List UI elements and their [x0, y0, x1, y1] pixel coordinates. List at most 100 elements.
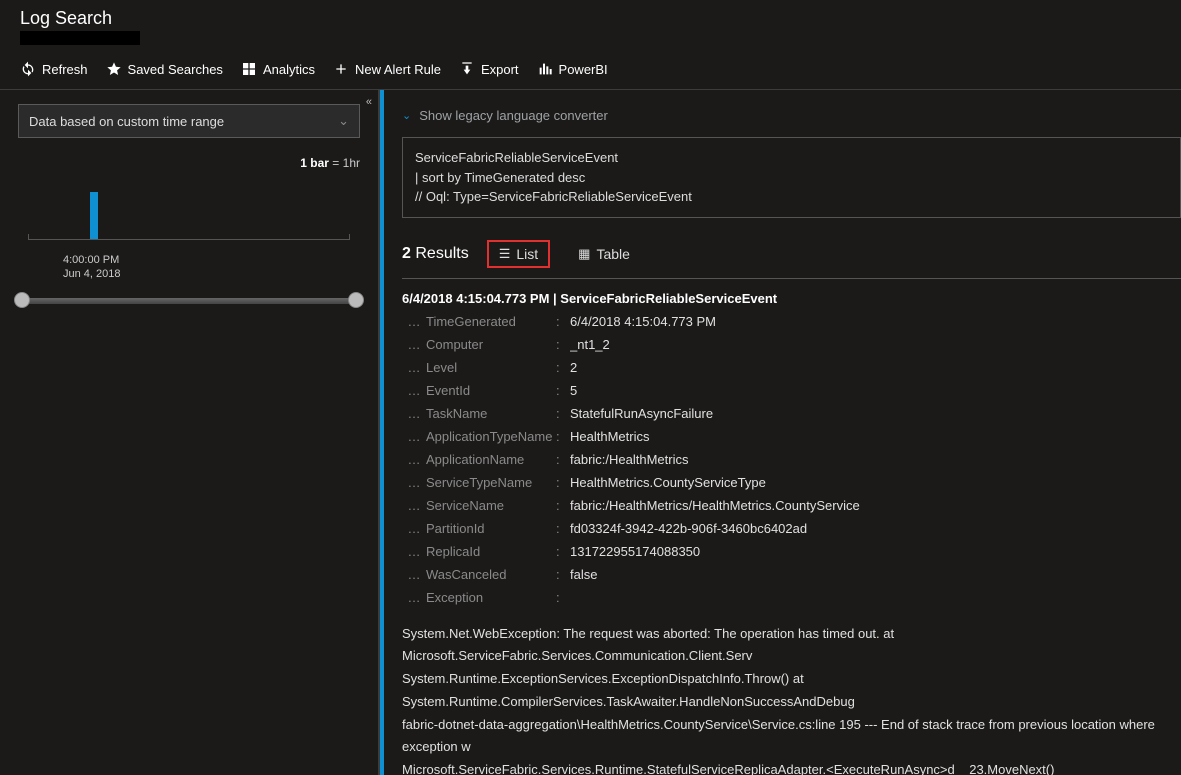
collapse-left-pane-icon[interactable]: «: [366, 96, 372, 108]
ellipsis-icon[interactable]: …: [402, 360, 426, 375]
list-icon: ☰: [499, 246, 511, 262]
result-field-row: …Exception:: [402, 590, 1181, 605]
grid-icon: [241, 61, 257, 77]
field-key: TimeGenerated: [426, 314, 556, 329]
field-key: ServiceTypeName: [426, 475, 556, 490]
field-value: HealthMetrics: [570, 429, 1181, 444]
powerbi-label: PowerBI: [559, 62, 608, 77]
left-pane: « Data based on custom time range ⌄ 1 ba…: [0, 90, 380, 775]
result-field-row: …ApplicationName:fabric:/HealthMetrics: [402, 452, 1181, 467]
ellipsis-icon[interactable]: …: [402, 498, 426, 513]
field-key: TaskName: [426, 406, 556, 421]
query-line: ServiceFabricReliableServiceEvent: [415, 148, 1168, 168]
star-icon: [106, 61, 122, 77]
result-field-row: …TaskName:StatefulRunAsyncFailure: [402, 406, 1181, 421]
ellipsis-icon[interactable]: …: [402, 475, 426, 490]
ellipsis-icon[interactable]: …: [402, 429, 426, 444]
result-field-row: …WasCanceled:false: [402, 567, 1181, 582]
right-pane: ⌄ Show legacy language converter Service…: [380, 90, 1181, 775]
page-title: Log Search: [20, 8, 1161, 29]
field-value: fd03324f-3942-422b-906f-3460bc6402ad: [570, 521, 1181, 536]
timeline-chart[interactable]: 4:00:00 PM Jun 4, 2018: [18, 180, 360, 250]
new-alert-rule-label: New Alert Rule: [355, 62, 441, 77]
field-key: ApplicationTypeName: [426, 429, 556, 444]
toolbar: Refresh Saved Searches Analytics New Ale…: [0, 51, 1181, 90]
field-value: false: [570, 567, 1181, 582]
field-key: WasCanceled: [426, 567, 556, 582]
result-field-row: …ServiceName:fabric:/HealthMetrics/Healt…: [402, 498, 1181, 513]
timeline-bar[interactable]: [90, 192, 98, 240]
field-value: HealthMetrics.CountyServiceType: [570, 475, 1181, 490]
ellipsis-icon[interactable]: …: [402, 314, 426, 329]
field-key: ReplicaId: [426, 544, 556, 559]
field-key: PartitionId: [426, 521, 556, 536]
timeline-bar-label: 4:00:00 PM Jun 4, 2018: [63, 253, 121, 282]
new-alert-rule-button[interactable]: New Alert Rule: [333, 61, 441, 77]
time-slider[interactable]: [18, 298, 360, 304]
field-value: fabric:/HealthMetrics: [570, 452, 1181, 467]
result-field-row: …Computer:_nt1_2: [402, 337, 1181, 352]
result-field-row: …EventId:5: [402, 383, 1181, 398]
result-field-row: …ServiceTypeName:HealthMetrics.CountySer…: [402, 475, 1181, 490]
chevron-down-icon: ⌄: [338, 113, 349, 129]
time-range-select[interactable]: Data based on custom time range ⌄: [18, 104, 360, 138]
powerbi-button[interactable]: PowerBI: [537, 61, 608, 77]
ellipsis-icon[interactable]: …: [402, 590, 426, 605]
field-value: 2: [570, 360, 1181, 375]
query-line: // Oql: Type=ServiceFabricReliableServic…: [415, 187, 1168, 207]
result-field-row: …Level:2: [402, 360, 1181, 375]
slider-start-knob[interactable]: [14, 292, 30, 308]
field-key: Computer: [426, 337, 556, 352]
field-key: EventId: [426, 383, 556, 398]
field-key: Exception: [426, 590, 556, 605]
field-value: _nt1_2: [570, 337, 1181, 352]
timeline-axis: [28, 239, 350, 240]
download-icon: [459, 61, 475, 77]
time-range-label: Data based on custom time range: [29, 114, 224, 129]
field-value: 131722955174088350: [570, 544, 1181, 559]
field-value: StatefulRunAsyncFailure: [570, 406, 1181, 421]
query-line: | sort by TimeGenerated desc: [415, 168, 1168, 188]
plus-icon: [333, 61, 349, 77]
ellipsis-icon[interactable]: …: [402, 406, 426, 421]
result-field-row: …PartitionId:fd03324f-3942-422b-906f-346…: [402, 521, 1181, 536]
list-view-button[interactable]: ☰ List: [487, 240, 550, 268]
ellipsis-icon[interactable]: …: [402, 337, 426, 352]
results-count: 2 Results: [402, 245, 469, 263]
export-button[interactable]: Export: [459, 61, 519, 77]
saved-searches-button[interactable]: Saved Searches: [106, 61, 223, 77]
refresh-icon: [20, 61, 36, 77]
workspace-name-redacted: [20, 31, 140, 45]
ellipsis-icon[interactable]: …: [402, 383, 426, 398]
result-header: 6/4/2018 4:15:04.773 PM | ServiceFabricR…: [402, 291, 1181, 306]
analytics-label: Analytics: [263, 62, 315, 77]
slider-end-knob[interactable]: [348, 292, 364, 308]
ellipsis-icon[interactable]: …: [402, 521, 426, 536]
query-box[interactable]: ServiceFabricReliableServiceEvent | sort…: [402, 137, 1181, 218]
field-value: fabric:/HealthMetrics/HealthMetrics.Coun…: [570, 498, 1181, 513]
field-value: 5: [570, 383, 1181, 398]
result-field-row: …ApplicationTypeName:HealthMetrics: [402, 429, 1181, 444]
ellipsis-icon[interactable]: …: [402, 452, 426, 467]
field-key: ServiceName: [426, 498, 556, 513]
saved-searches-label: Saved Searches: [128, 62, 223, 77]
analytics-button[interactable]: Analytics: [241, 61, 315, 77]
results-bar: 2 Results ☰ List ▦ Table: [402, 240, 1181, 279]
result-field-row: …TimeGenerated:6/4/2018 4:15:04.773 PM: [402, 314, 1181, 329]
ellipsis-icon[interactable]: …: [402, 567, 426, 582]
field-key: Level: [426, 360, 556, 375]
powerbi-icon: [537, 61, 553, 77]
result-field-row: …ReplicaId:131722955174088350: [402, 544, 1181, 559]
table-view-button[interactable]: ▦ Table: [568, 242, 640, 266]
expand-down-icon: ⌄: [402, 109, 411, 122]
exception-text: System.Net.WebException: The request was…: [402, 623, 1181, 775]
refresh-label: Refresh: [42, 62, 88, 77]
field-value: 6/4/2018 4:15:04.773 PM: [570, 314, 1181, 329]
legacy-converter-link[interactable]: ⌄ Show legacy language converter: [402, 108, 1181, 123]
ellipsis-icon[interactable]: …: [402, 544, 426, 559]
bar-legend: 1 bar = 1hr: [18, 156, 360, 170]
table-icon: ▦: [578, 246, 590, 262]
field-key: ApplicationName: [426, 452, 556, 467]
refresh-button[interactable]: Refresh: [20, 61, 88, 77]
export-label: Export: [481, 62, 519, 77]
